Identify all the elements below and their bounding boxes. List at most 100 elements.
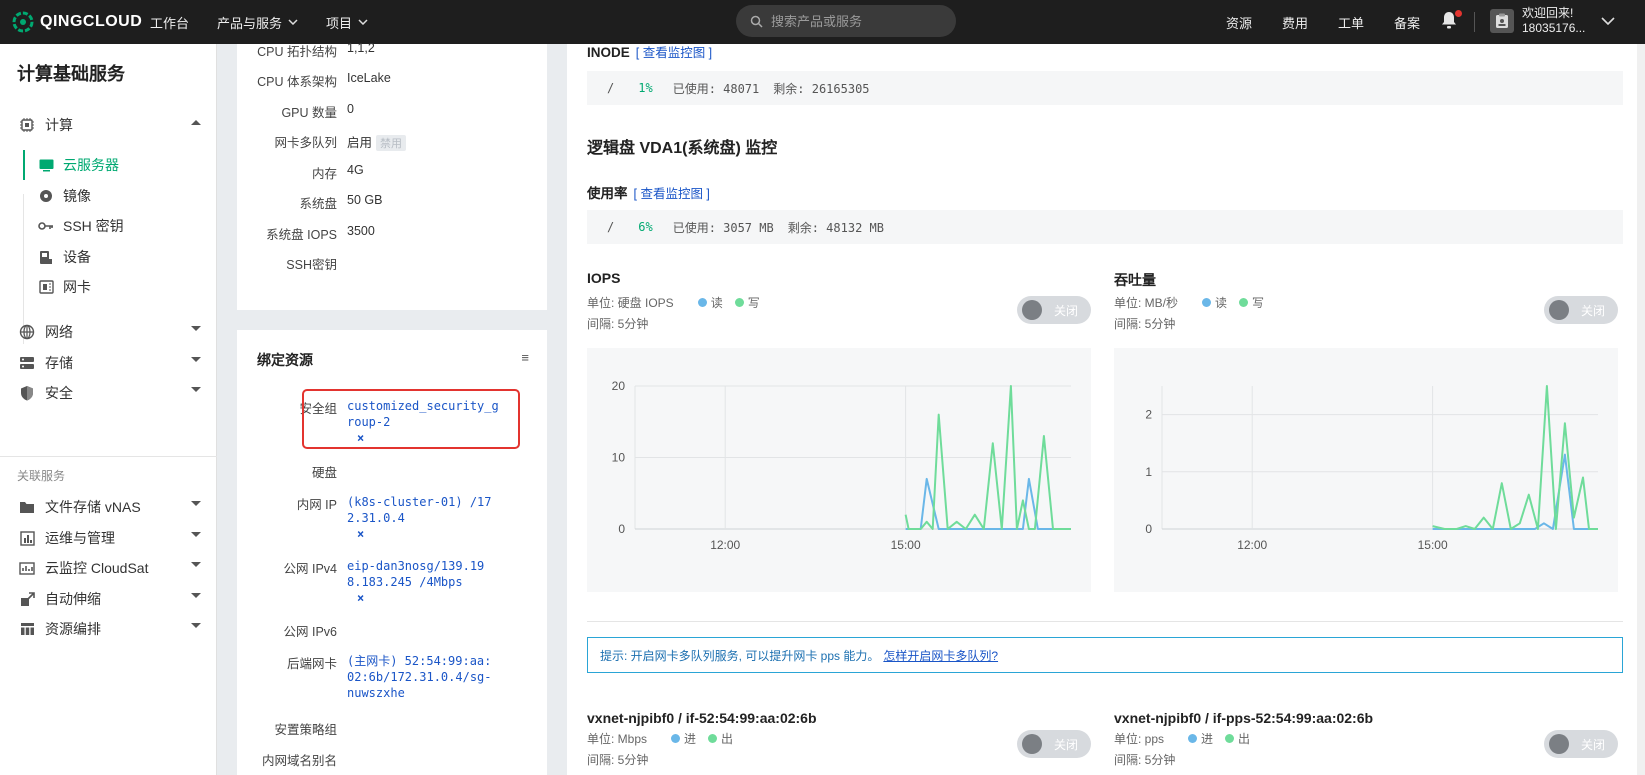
disable-button[interactable]: 禁用	[376, 135, 407, 151]
search-input[interactable]	[771, 13, 931, 29]
public-ipv4-link[interactable]: eip-dan3nosg/139.198.183.245 /4Mbps	[347, 559, 484, 589]
nic-traffic-toggle[interactable]: 关闭	[1017, 730, 1091, 758]
legend-read-dot	[1202, 298, 1212, 307]
iops-toggle[interactable]: 关闭	[1017, 296, 1091, 324]
sidebar-group-label: 存储	[45, 355, 73, 371]
remove-eip-button[interactable]: ×	[357, 590, 492, 606]
top-nav: 工作台 产品与服务 项目	[150, 0, 396, 44]
sidebar-group-orchestration[interactable]: 资源编排	[0, 614, 217, 644]
chart-interval: 间隔: 5分钟	[587, 753, 649, 767]
spec-row: GPU 数量 0	[281, 102, 354, 120]
nav-projects[interactable]: 项目	[326, 13, 368, 32]
sidebar-group-cloudsat[interactable]: 云监控 CloudSat	[0, 553, 217, 583]
y-tick-label: 1	[1145, 465, 1152, 479]
nav-billing[interactable]: 费用	[1282, 13, 1308, 32]
backend-nic-row: 后端网卡 (主网卡) 52:54:99:aa:02:6b/172.31.0.4/…	[237, 653, 547, 701]
legend-read-dot	[697, 298, 707, 307]
network-icon	[18, 323, 36, 341]
nav-workbench[interactable]: 工作台	[150, 13, 189, 32]
legend-read: 读	[710, 296, 723, 310]
sidebar-item-instances[interactable]: 云服务器	[23, 150, 217, 180]
security-group-link[interactable]: customized_security_group-2	[347, 399, 499, 429]
legend-in-dot	[1188, 734, 1198, 743]
chart-interval: 间隔: 5分钟	[1114, 753, 1176, 767]
sidebar-group-storage[interactable]: 存储	[0, 348, 217, 378]
storage-icon	[18, 354, 36, 372]
sidebar-group-vnas[interactable]: 文件存储 vNAS	[0, 492, 217, 522]
grid-icon	[18, 620, 36, 638]
nic-queue-tip: 提示: 开启网卡多队列服务, 可以提升网卡 pps 能力。 怎样开启网卡多队列?	[587, 637, 1623, 673]
notification-button[interactable]	[1440, 10, 1462, 32]
search-box[interactable]	[736, 5, 956, 37]
spec-row: 网卡多队列 启用 禁用	[237, 132, 547, 151]
inode-header: INODE[ 查看监控图 ]	[587, 45, 713, 60]
sidebar-item-images[interactable]: 镜像	[23, 181, 217, 211]
nic-chart-title: vxnet-njpibf0 / if-pps-52:54:99:aa:02:6b	[1114, 710, 1374, 726]
spec-row: SSH密钥	[286, 258, 337, 272]
remove-security-group-button[interactable]: ×	[357, 430, 502, 446]
sidebar-group-label: 文件存储 vNAS	[45, 499, 141, 515]
related-services-label: 关联服务	[17, 469, 66, 483]
sidebar-group-label: 网络	[45, 324, 73, 340]
logo-text: QINGCLOUD	[40, 13, 143, 30]
nic-queue-help-link[interactable]: 怎样开启网卡多队列?	[883, 647, 998, 664]
backend-nic-link[interactable]: (主网卡) 52:54:99:aa:02:6b/172.31.0.4/sg-nu…	[347, 653, 497, 701]
iops-chart-svg: 0 10 20 12:00 15:00	[612, 379, 1071, 552]
private-ip-link[interactable]: (k8s-cluster-01) /172.31.0.4	[347, 495, 492, 525]
sidebar-item-label: 镜像	[63, 188, 91, 204]
throughput-toggle[interactable]: 关闭	[1544, 296, 1618, 324]
spec-row: 系统盘 IOPS 3500	[266, 224, 375, 242]
sidebar-group-network[interactable]: 网络	[0, 317, 217, 347]
iops-chart-block: IOPS 单位: 硬盘 IOPS 读 写 间隔: 5分钟 关闭 0 10 20 12:…	[587, 270, 1091, 592]
chart-unit-legend: 单位: pps 进 出	[1114, 732, 1251, 746]
legend-read: 读	[1215, 296, 1228, 310]
scrollbar[interactable]	[1637, 44, 1645, 775]
y-tick-label: 20	[612, 379, 626, 393]
caret-down-icon	[191, 357, 201, 362]
nav-resources[interactable]: 资源	[1226, 13, 1252, 32]
chevron-down-icon	[358, 19, 368, 25]
disk-monitor-title: 逻辑盘 VDA1(系统盘) 监控	[587, 140, 778, 157]
qingcloud-logo-icon	[12, 11, 34, 33]
sidebar-group-security[interactable]: 安全	[0, 378, 217, 408]
menu-icon[interactable]: ≡	[521, 350, 529, 365]
nav-filing[interactable]: 备案	[1394, 13, 1420, 32]
view-inode-chart-link[interactable]: [ 查看监控图 ]	[636, 46, 712, 60]
caret-down-icon	[191, 593, 201, 598]
chart-unit-legend: 单位: MB/秒 读 写	[1114, 296, 1265, 310]
sidebar-item-label: 设备	[63, 249, 91, 265]
instance-spec-card: CPU 拓扑结构 1,1,2 CPU 体系架构 IceLake GPU 数量 0 网卡…	[237, 41, 547, 310]
nav-tickets[interactable]: 工单	[1338, 13, 1364, 32]
nav-products[interactable]: 产品与服务	[217, 13, 298, 32]
chart-title: 吞吐量	[1114, 272, 1156, 288]
sidebar-group-ops[interactable]: 运维与管理	[0, 523, 217, 553]
x-tick-label: 12:00	[1237, 538, 1267, 552]
user-menu[interactable]: 欢迎回来! 18035176...	[1490, 6, 1615, 36]
legend-out-dot	[708, 734, 718, 743]
sidebar-item-ssh-keys[interactable]: SSH 密钥	[23, 211, 217, 241]
caret-down-icon	[191, 387, 201, 392]
avatar	[1490, 9, 1514, 33]
divider	[1474, 12, 1475, 32]
welcome-text: 欢迎回来!	[1522, 6, 1574, 20]
spec-row: CPU 拓扑结构 1,1,2	[257, 41, 375, 59]
folder-icon	[18, 498, 36, 516]
view-usage-chart-link[interactable]: [ 查看监控图 ]	[634, 187, 710, 201]
legend-write: 写	[747, 296, 760, 310]
sidebar-group-compute[interactable]: 计算	[0, 110, 217, 140]
monitor-bars-icon	[18, 559, 36, 577]
legend-out-dot	[1225, 734, 1235, 743]
sidebar-item-nics[interactable]: 网卡	[23, 272, 217, 302]
user-badge-icon	[1496, 13, 1508, 28]
sidebar-group-autoscaling[interactable]: 自动伸缩	[0, 584, 217, 614]
remove-private-ip-button[interactable]: ×	[357, 526, 492, 542]
sidebar-group-label: 云监控 CloudSat	[45, 560, 149, 576]
y-tick-label: 0	[618, 522, 625, 536]
notification-dot	[1455, 10, 1462, 17]
private-ip-row: 内网 IP (k8s-cluster-01) /172.31.0.4 ×	[296, 495, 492, 542]
logo[interactable]: QINGCLOUD	[12, 8, 142, 36]
card-title: 绑定资源	[257, 352, 313, 368]
toggle-knob	[1022, 300, 1042, 320]
sidebar-item-devices[interactable]: 设备	[23, 242, 217, 272]
nic-pps-toggle[interactable]: 关闭	[1544, 730, 1618, 758]
